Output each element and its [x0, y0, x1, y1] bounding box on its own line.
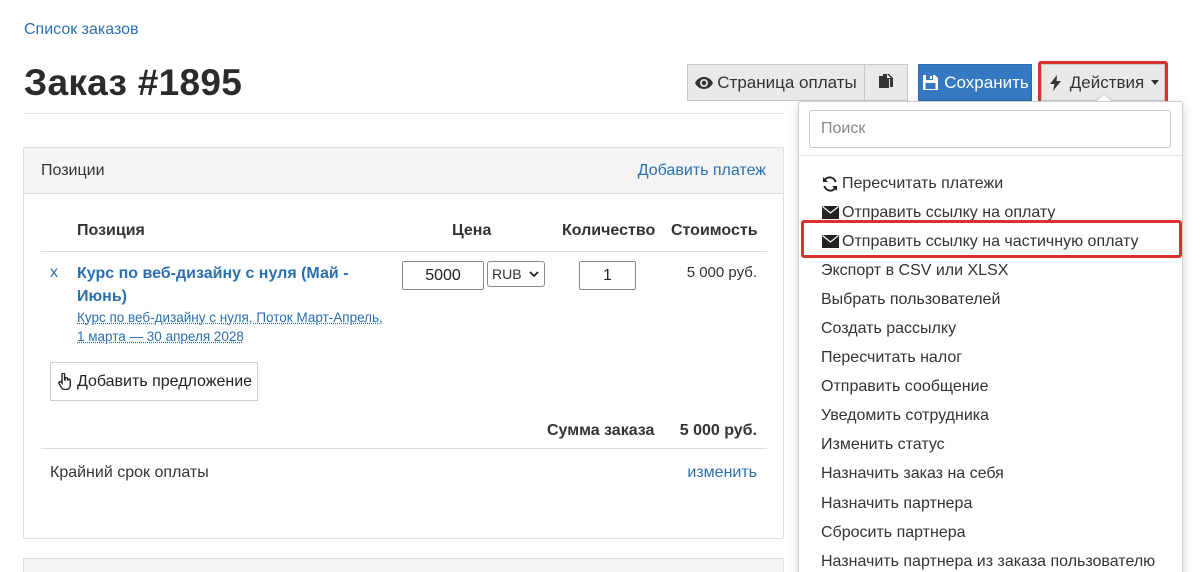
floppy-disk-icon: [921, 75, 939, 91]
copy-button[interactable]: [864, 64, 908, 101]
action-label: Отправить ссылку на оплату: [842, 203, 1056, 221]
column-header-cost: Стоимость: [671, 222, 758, 239]
order-items-panel: Позиции Добавить платеж Позиция Цена Кол…: [23, 147, 784, 539]
envelope-icon: [821, 234, 839, 250]
save-button[interactable]: Сохранить: [918, 64, 1032, 101]
panel-title: Позиции: [41, 162, 105, 179]
action-assign-to-self[interactable]: Назначить заказ на себя: [799, 460, 1182, 489]
refresh-icon: [821, 175, 839, 192]
toolbar: Страница оплаты Сохранить Действия: [687, 61, 1168, 104]
column-header-position: Позиция: [77, 222, 145, 239]
action-label: Назначить заказ на себя: [821, 465, 1004, 483]
currency-select[interactable]: RUB: [487, 261, 545, 287]
action-select-users[interactable]: Выбрать пользователей: [799, 285, 1182, 314]
page-title: Заказ #1895: [24, 62, 243, 103]
copy-icon: [877, 74, 895, 91]
payment-deadline-label: Крайний срок оплаты: [50, 464, 209, 481]
title-divider: [24, 113, 784, 114]
hand-pointer-icon: [56, 373, 74, 390]
item-subtitle-link[interactable]: Курс по веб-дизайну с нуля, Поток Март-А…: [77, 308, 392, 346]
caret-down-icon: [1151, 80, 1160, 85]
actions-search-input[interactable]: [809, 110, 1171, 148]
action-label: Пересчитать налог: [821, 349, 963, 367]
action-assign-partner-from-order[interactable]: Назначить партнера из заказа пользовател…: [799, 547, 1182, 572]
action-reset-partner[interactable]: Сбросить партнера: [799, 518, 1182, 547]
action-notify-employee[interactable]: Уведомить сотрудника: [799, 402, 1182, 431]
table-header-divider: [41, 251, 767, 252]
order-sum-label: Сумма заказа: [547, 422, 655, 439]
action-recalculate-payments[interactable]: Пересчитать платежи: [799, 169, 1182, 198]
envelope-icon: [821, 205, 839, 221]
action-label: Пересчитать платежи: [842, 174, 1004, 192]
remove-item-button[interactable]: x: [50, 264, 58, 282]
action-send-payment-link[interactable]: Отправить ссылку на оплату: [799, 198, 1182, 227]
action-assign-partner[interactable]: Назначить партнера: [799, 489, 1182, 518]
payment-deadline-edit-link[interactable]: изменить: [687, 464, 757, 482]
currency-value: RUB: [492, 266, 522, 282]
action-send-partial-payment-link[interactable]: Отправить ссылку на частичную оплату: [799, 227, 1182, 256]
action-create-mailing[interactable]: Создать рассылку: [799, 314, 1182, 343]
actions-list: Пересчитать платежи Отправить ссылку на …: [799, 169, 1182, 572]
action-recalculate-tax[interactable]: Пересчитать налог: [799, 344, 1182, 373]
action-label: Выбрать пользователей: [821, 290, 1001, 308]
action-export-csv-xlsx[interactable]: Экспорт в CSV или XLSX: [799, 256, 1182, 285]
chevron-down-icon: [525, 266, 543, 282]
item-title-link[interactable]: Курс по веб-дизайну с нуля (Май - Июнь): [77, 262, 357, 308]
second-panel-header: [23, 558, 784, 572]
save-label: Сохранить: [944, 72, 1029, 92]
column-header-quantity: Количество: [562, 222, 656, 239]
action-label: Назначить партнера: [821, 494, 973, 512]
bolt-icon: [1047, 74, 1065, 91]
action-label: Экспорт в CSV или XLSX: [821, 261, 1009, 279]
breadcrumb-orders-list[interactable]: Список заказов: [24, 21, 139, 39]
action-label: Сбросить партнера: [821, 523, 966, 541]
action-label: Назначить партнера из заказа пользовател…: [821, 552, 1156, 570]
action-label: Создать рассылку: [821, 320, 957, 338]
dropdown-divider: [799, 155, 1182, 156]
actions-label: Действия: [1069, 72, 1145, 92]
eye-icon: [695, 75, 714, 91]
actions-dropdown-menu: Пересчитать платежи Отправить ссылку на …: [798, 101, 1183, 572]
add-payment-link[interactable]: Добавить платеж: [638, 162, 766, 180]
item-cost: 5 000 руб.: [686, 264, 757, 281]
action-send-message[interactable]: Отправить сообщение: [799, 373, 1182, 402]
add-offer-label: Добавить предложение: [76, 372, 253, 390]
order-sum-value: 5 000 руб.: [679, 422, 757, 439]
column-header-price: Цена: [452, 222, 492, 239]
quantity-input[interactable]: [579, 261, 636, 290]
add-offer-button[interactable]: Добавить предложение: [50, 362, 258, 401]
panel-header: Позиции Добавить платеж: [24, 148, 783, 194]
payment-page-button[interactable]: Страница оплаты: [687, 64, 865, 101]
price-input[interactable]: [402, 261, 484, 290]
action-label: Отправить ссылку на частичную оплату: [842, 232, 1139, 250]
sum-divider: [41, 448, 767, 449]
payment-page-label: Страница оплаты: [717, 72, 857, 92]
action-change-status[interactable]: Изменить статус: [799, 431, 1182, 460]
action-label: Отправить сообщение: [821, 378, 989, 396]
action-label: Уведомить сотрудника: [821, 407, 990, 425]
action-label: Изменить статус: [821, 436, 945, 454]
